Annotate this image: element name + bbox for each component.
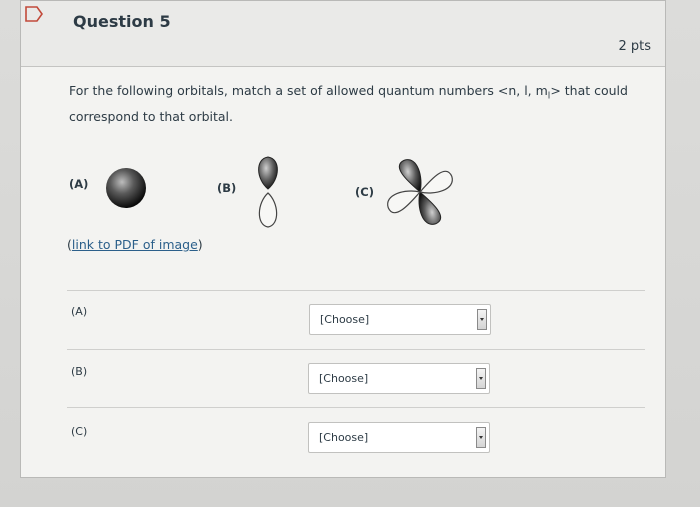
- dropdown-arrow-icon[interactable]: [476, 368, 486, 389]
- match-label-b: (B): [71, 365, 88, 378]
- prompt-text-line2: correspond to that orbital.: [69, 108, 234, 124]
- page-background: Question 5 2 pts For the following orbit…: [0, 0, 700, 507]
- prompt-text: For the following orbitals, match a set …: [69, 83, 548, 98]
- match-select-b[interactable]: [Choose]: [308, 363, 490, 394]
- orbital-c-label: (C): [355, 185, 374, 199]
- pdf-link-text[interactable]: link to PDF of image: [72, 237, 198, 252]
- prompt-text-end: > that could: [550, 83, 628, 98]
- divider: [67, 349, 645, 350]
- question-points: 2 pts: [618, 39, 651, 54]
- match-select-c[interactable]: [Choose]: [308, 422, 490, 453]
- divider: [67, 290, 645, 291]
- match-select-a[interactable]: [Choose]: [309, 304, 491, 335]
- s-orbital-image: [106, 168, 146, 208]
- select-value: [Choose]: [319, 372, 369, 385]
- question-header: Question 5 2 pts: [21, 1, 665, 67]
- orbital-a-label: (A): [69, 177, 89, 191]
- pdf-link[interactable]: (link to PDF of image): [67, 237, 203, 252]
- flag-icon[interactable]: [23, 5, 45, 23]
- match-label-a: (A): [71, 305, 88, 318]
- divider: [67, 407, 645, 408]
- select-value: [Choose]: [319, 431, 369, 444]
- select-value: [Choose]: [320, 313, 370, 326]
- orbital-b-label: (B): [217, 181, 237, 195]
- link-close-paren: ): [197, 237, 203, 252]
- question-card: Question 5 2 pts For the following orbit…: [20, 0, 666, 478]
- dropdown-arrow-icon[interactable]: [476, 427, 486, 448]
- match-label-c: (C): [71, 425, 88, 438]
- p-orbital-image: [258, 156, 278, 228]
- question-prompt: For the following orbitals, match a set …: [69, 81, 629, 127]
- dropdown-arrow-icon[interactable]: [477, 309, 487, 330]
- d-orbital-image: [387, 159, 453, 225]
- question-title: Question 5: [73, 12, 171, 31]
